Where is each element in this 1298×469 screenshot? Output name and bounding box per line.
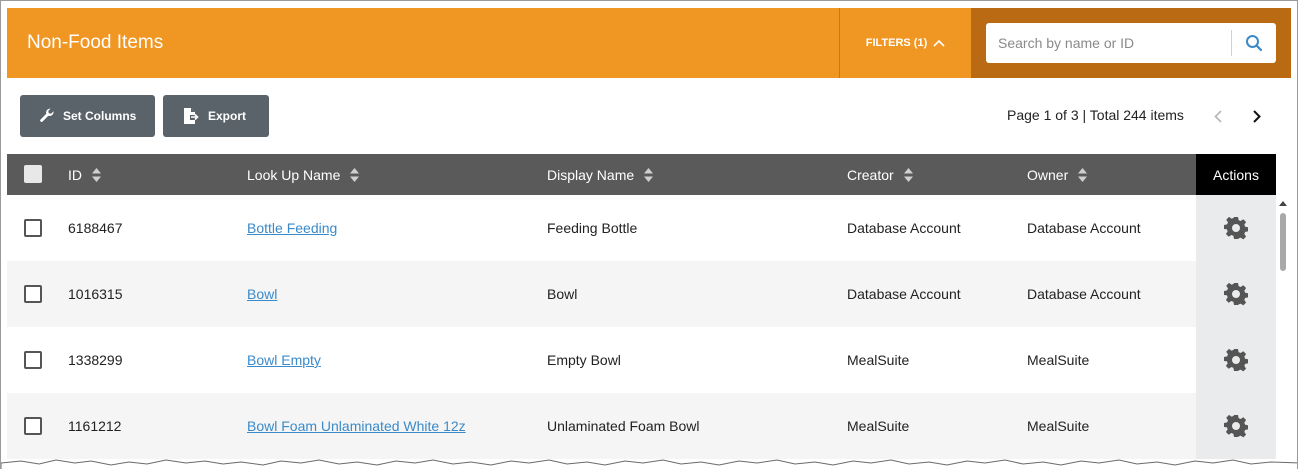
- column-label-creator: Creator: [847, 166, 894, 183]
- table-body: 6188467 Bottle Feeding Feeding Bottle Da…: [7, 195, 1276, 459]
- scroll-up-arrow-icon[interactable]: [1279, 201, 1287, 206]
- sort-icon: [1078, 167, 1088, 182]
- cell-creator: MealSuite: [847, 418, 910, 434]
- table-header: ID Look Up Name Display Name Creator Own…: [7, 154, 1276, 195]
- cell-creator: Database Account: [847, 220, 961, 236]
- wrench-icon: [40, 108, 54, 122]
- column-header-creator[interactable]: Creator: [847, 154, 913, 195]
- filters-toggle[interactable]: FILTERS (1): [839, 8, 971, 78]
- filters-label: FILTERS (1): [865, 37, 928, 49]
- search-box: [986, 23, 1276, 63]
- cell-display-name: Feeding Bottle: [547, 220, 638, 236]
- lookup-name-link[interactable]: Bowl: [247, 286, 277, 302]
- sort-icon: [644, 167, 654, 182]
- set-columns-label: Set Columns: [63, 109, 137, 123]
- chevron-up-icon: [933, 39, 945, 47]
- cell-display-name: Empty Bowl: [547, 352, 621, 368]
- gear-icon: [1224, 348, 1248, 372]
- chevron-left-icon: [1214, 109, 1222, 123]
- cell-owner: Database Account: [1027, 220, 1141, 236]
- scroll-thumb[interactable]: [1280, 213, 1286, 271]
- export-label: Export: [208, 109, 247, 123]
- sort-icon: [903, 167, 913, 182]
- pagination-summary: Page 1 of 3 | Total 244 items: [1007, 107, 1184, 123]
- lookup-name-link[interactable]: Bowl Empty: [247, 352, 321, 368]
- column-label-display-name: Display Name: [547, 166, 635, 183]
- set-columns-button[interactable]: Set Columns: [20, 95, 155, 137]
- column-header-id[interactable]: ID: [68, 154, 101, 195]
- column-header-lookup-name[interactable]: Look Up Name: [247, 154, 360, 195]
- table-row: 1016315 Bowl Bowl Database Account Datab…: [7, 261, 1276, 327]
- column-label-owner: Owner: [1027, 166, 1069, 183]
- column-label-id: ID: [68, 166, 82, 183]
- cell-id: 1161212: [68, 418, 122, 434]
- search-icon: [1246, 35, 1263, 52]
- cell-owner: MealSuite: [1027, 418, 1090, 434]
- lookup-name-link[interactable]: Bottle Feeding: [247, 220, 337, 236]
- sort-icon: [350, 167, 360, 182]
- select-all-checkbox[interactable]: [24, 165, 42, 183]
- page-header: Non-Food Items FILTERS (1): [7, 8, 1291, 78]
- cell-owner: Database Account: [1027, 286, 1141, 302]
- table-row: 1338299 Bowl Empty Empty Bowl MealSuite …: [7, 327, 1276, 393]
- torn-edge: [1, 459, 1297, 469]
- table-row: 1161212 Bowl Foam Unlaminated White 12z …: [7, 393, 1276, 459]
- search-zone: [971, 8, 1291, 78]
- sort-icon: [92, 167, 101, 182]
- row-checkbox[interactable]: [24, 285, 42, 303]
- cell-id: 1338299: [68, 352, 123, 368]
- row-actions-button[interactable]: [1196, 195, 1276, 261]
- lookup-name-link[interactable]: Bowl Foam Unlaminated White 12z: [247, 418, 466, 434]
- row-actions-button[interactable]: [1196, 327, 1276, 393]
- gear-icon: [1224, 216, 1248, 240]
- table-scrollbar[interactable]: [1276, 195, 1291, 469]
- cell-display-name: Bowl: [547, 286, 578, 302]
- row-checkbox[interactable]: [24, 219, 42, 237]
- export-button[interactable]: Export: [163, 95, 269, 137]
- chevron-right-icon: [1253, 109, 1261, 123]
- search-input[interactable]: [986, 23, 1230, 63]
- page-title: Non-Food Items: [27, 32, 164, 53]
- table-row: 6188467 Bottle Feeding Feeding Bottle Da…: [7, 195, 1276, 261]
- row-checkbox[interactable]: [24, 417, 42, 435]
- gear-icon: [1224, 282, 1248, 306]
- cell-id: 1016315: [68, 286, 123, 302]
- cell-display-name: Unlaminated Foam Bowl: [547, 418, 700, 434]
- app-frame: Non-Food Items FILTERS (1) Set Columns: [0, 0, 1298, 469]
- cell-creator: MealSuite: [847, 352, 910, 368]
- cell-owner: MealSuite: [1027, 352, 1090, 368]
- gear-icon: [1224, 414, 1248, 438]
- column-label-lookup-name: Look Up Name: [247, 166, 341, 183]
- export-file-icon: [184, 108, 199, 124]
- row-actions-button[interactable]: [1196, 393, 1276, 459]
- column-header-display-name[interactable]: Display Name: [547, 154, 654, 195]
- cell-creator: Database Account: [847, 286, 961, 302]
- row-actions-button[interactable]: [1196, 261, 1276, 327]
- cell-id: 6188467: [68, 220, 123, 236]
- column-header-actions: Actions: [1196, 154, 1276, 195]
- next-page-button[interactable]: [1247, 105, 1267, 127]
- row-checkbox[interactable]: [24, 351, 42, 369]
- column-header-owner[interactable]: Owner: [1027, 154, 1088, 195]
- previous-page-button[interactable]: [1208, 105, 1228, 127]
- search-button[interactable]: [1232, 23, 1276, 63]
- column-label-actions: Actions: [1213, 166, 1259, 183]
